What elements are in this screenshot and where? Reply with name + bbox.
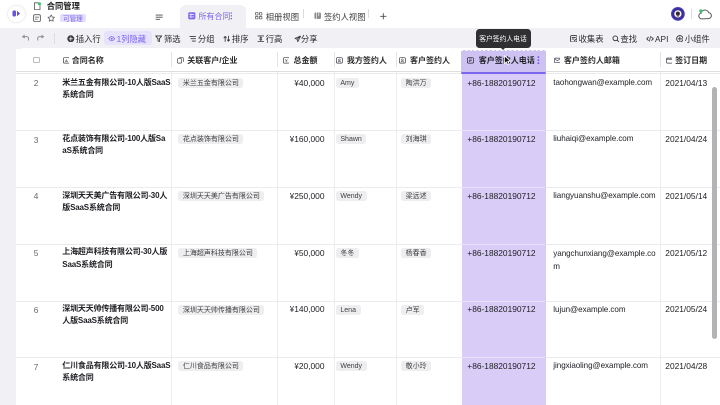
svg-text:A: A [65, 58, 68, 63]
svg-text:¥: ¥ [285, 58, 288, 63]
